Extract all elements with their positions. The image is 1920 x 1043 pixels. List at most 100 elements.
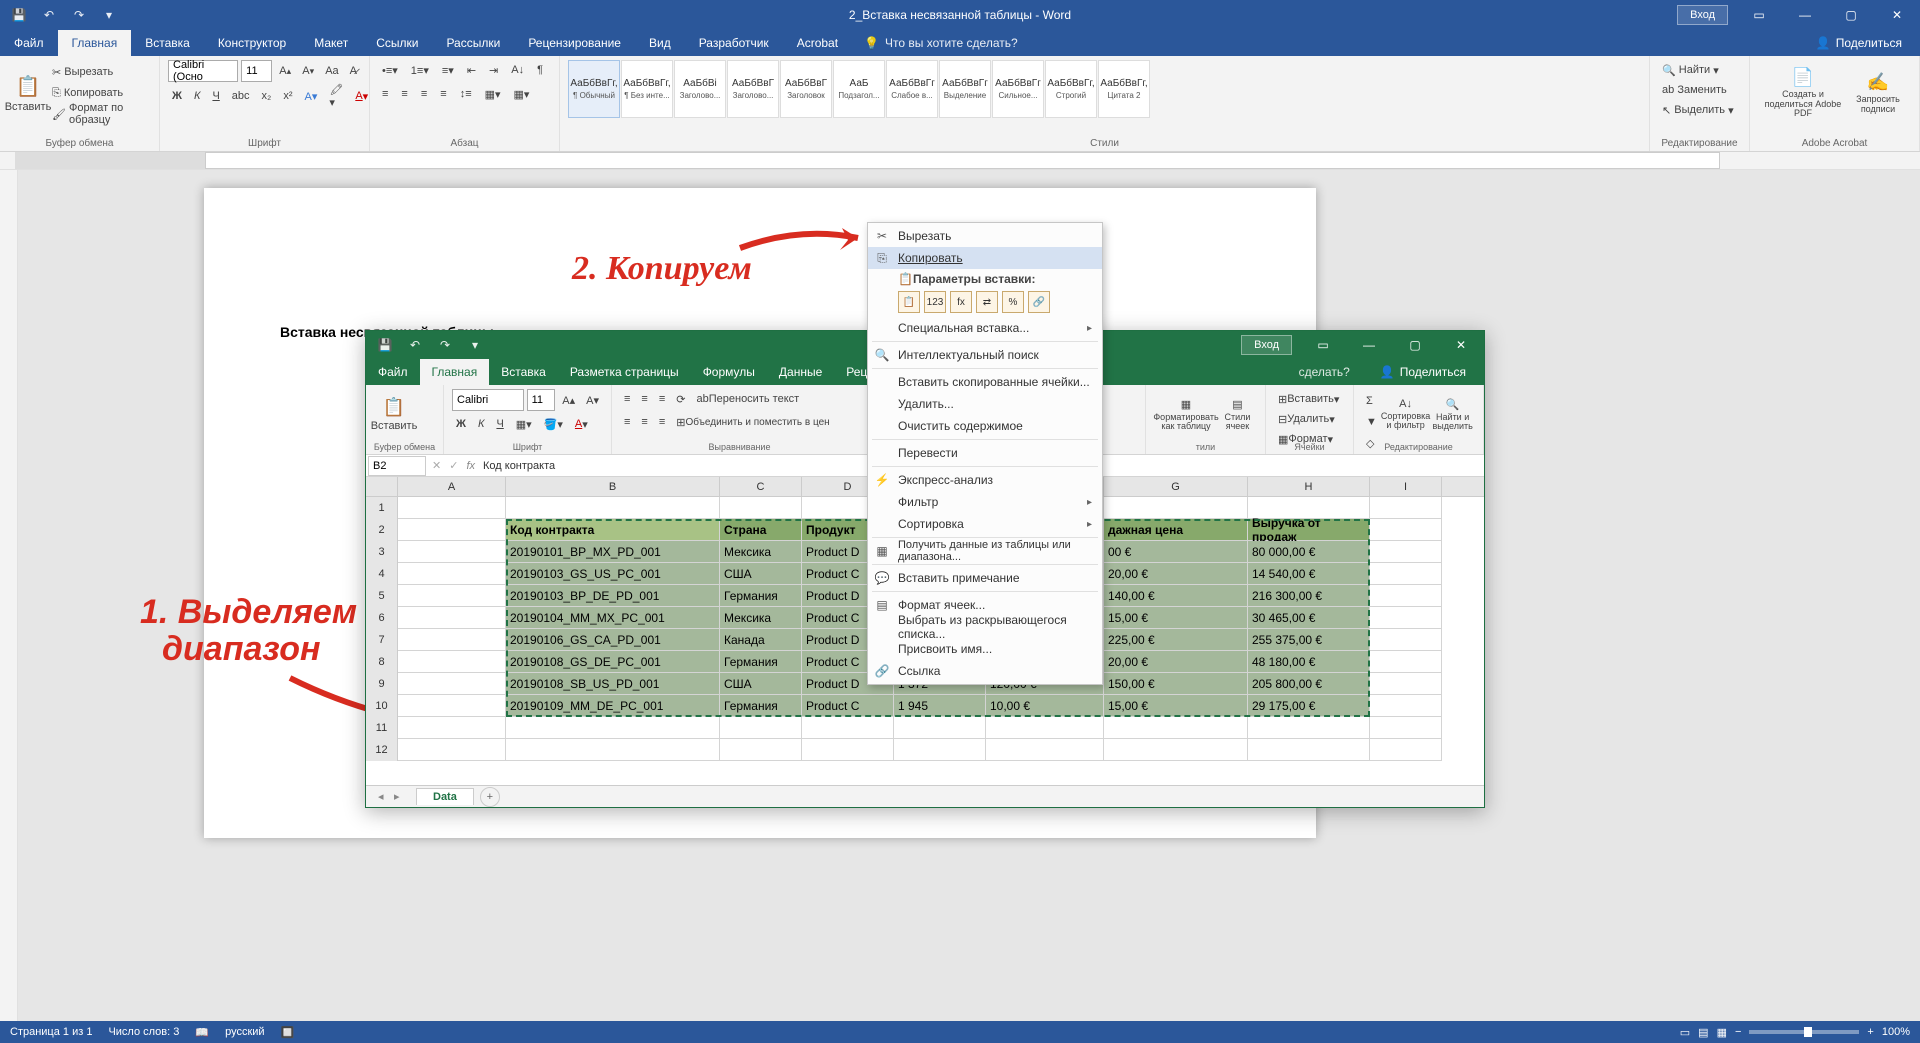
merge-button[interactable]: ⊞ Объединить и поместить в цен bbox=[672, 412, 833, 432]
minimize-icon[interactable]: — bbox=[1346, 330, 1392, 360]
tab-insert[interactable]: Вставка bbox=[131, 30, 204, 56]
login-badge[interactable]: Вход bbox=[1677, 5, 1728, 25]
view-web-icon[interactable]: ▦ bbox=[1717, 1026, 1727, 1039]
ctx-quick-analysis[interactable]: ⚡Экспресс-анализ bbox=[868, 469, 1102, 491]
cell[interactable]: 30 465,00 € bbox=[1248, 607, 1370, 629]
qat-dropdown-icon[interactable]: ▾ bbox=[462, 333, 488, 357]
clear-format-icon[interactable]: A̷ bbox=[346, 61, 361, 81]
shading-icon[interactable]: ▦▾ bbox=[481, 84, 505, 104]
page-indicator[interactable]: Страница 1 из 1 bbox=[10, 1026, 92, 1038]
excel-paste-button[interactable]: 📋 Вставить bbox=[374, 389, 414, 439]
excel-tellme-cut[interactable]: сделать? bbox=[1287, 359, 1362, 385]
cell[interactable] bbox=[1370, 629, 1442, 651]
multilevel-icon[interactable]: ≡▾ bbox=[438, 60, 458, 80]
cell[interactable]: 216 300,00 € bbox=[1248, 585, 1370, 607]
cell-styles-button[interactable]: ▤ Стили ячеек bbox=[1218, 389, 1257, 439]
ribbon-display-icon[interactable]: ▭ bbox=[1300, 330, 1346, 360]
ctx-dropdown[interactable]: Выбрать из раскрывающегося списка... bbox=[868, 616, 1102, 638]
nav-last-icon[interactable]: ▸ bbox=[394, 790, 400, 803]
close-icon[interactable]: ✕ bbox=[1874, 0, 1920, 30]
cell[interactable] bbox=[398, 651, 506, 673]
maximize-icon[interactable]: ▢ bbox=[1392, 330, 1438, 360]
cell[interactable]: 48 180,00 € bbox=[1248, 651, 1370, 673]
ribbon-display-icon[interactable]: ▭ bbox=[1736, 0, 1782, 30]
style-item[interactable]: АаБбВвГг,Строгий bbox=[1045, 60, 1097, 118]
tab-view[interactable]: Вид bbox=[635, 30, 685, 56]
autosum-icon[interactable]: Σ bbox=[1362, 391, 1381, 411]
cell[interactable]: 20190103_GS_US_PC_001 bbox=[506, 563, 720, 585]
ctx-smart-lookup[interactable]: 🔍Интеллектуальный поиск bbox=[868, 344, 1102, 366]
minimize-icon[interactable]: — bbox=[1782, 0, 1828, 30]
style-gallery[interactable]: АаБбВвГг,¶ ОбычныйАаБбВвГг,¶ Без инте...… bbox=[568, 60, 1641, 118]
copy-button[interactable]: ⎘ Копировать bbox=[48, 83, 151, 103]
cell[interactable] bbox=[720, 739, 802, 761]
save-icon[interactable]: 💾 bbox=[372, 333, 398, 357]
cell[interactable]: США bbox=[720, 673, 802, 695]
sort-filter-button[interactable]: A↓ Сортировка и фильтр bbox=[1381, 389, 1430, 439]
ctx-insert-comment[interactable]: 💬Вставить примечание bbox=[868, 567, 1102, 589]
paste-formulas-icon[interactable]: fx bbox=[950, 291, 972, 313]
ctx-hyperlink[interactable]: 🔗Ссылка bbox=[868, 660, 1102, 682]
ctx-sort[interactable]: Сортировка▸ bbox=[868, 513, 1102, 535]
cell[interactable] bbox=[398, 607, 506, 629]
borders-icon[interactable]: ▦▾ bbox=[512, 414, 536, 434]
cell[interactable]: 20190108_GS_DE_PC_001 bbox=[506, 651, 720, 673]
paste-formatting-icon[interactable]: % bbox=[1002, 291, 1024, 313]
name-box[interactable]: B2 bbox=[368, 456, 426, 476]
cell[interactable]: 20190106_GS_CA_PD_001 bbox=[506, 629, 720, 651]
paste-transpose-icon[interactable]: ⇄ bbox=[976, 291, 998, 313]
formula-value[interactable]: Код контракта bbox=[483, 460, 555, 472]
cell[interactable] bbox=[398, 739, 506, 761]
numbering-icon[interactable]: 1≡▾ bbox=[407, 60, 433, 80]
cell[interactable] bbox=[398, 717, 506, 739]
cell[interactable] bbox=[398, 497, 506, 519]
add-sheet-button[interactable]: + bbox=[480, 787, 500, 807]
zoom-out-icon[interactable]: − bbox=[1735, 1026, 1741, 1038]
cell[interactable]: Канада bbox=[720, 629, 802, 651]
cell[interactable]: 225,00 € bbox=[1104, 629, 1248, 651]
qat-dropdown-icon[interactable]: ▾ bbox=[96, 3, 122, 27]
cell[interactable] bbox=[1370, 695, 1442, 717]
align-middle-icon[interactable]: ≡ bbox=[637, 389, 651, 409]
tab-developer[interactable]: Разработчик bbox=[685, 30, 783, 56]
style-item[interactable]: АаБбВвГг,¶ Без инте... bbox=[621, 60, 673, 118]
excel-tab-home[interactable]: Главная bbox=[420, 359, 490, 385]
enter-icon[interactable]: ✓ bbox=[449, 459, 458, 472]
cell[interactable]: 150,00 € bbox=[1104, 673, 1248, 695]
font-name-combo[interactable]: Calibri (Осно bbox=[168, 60, 238, 82]
cell[interactable] bbox=[986, 739, 1104, 761]
column-header[interactable]: I bbox=[1370, 477, 1442, 496]
row-header[interactable]: 2 bbox=[366, 519, 398, 541]
cell[interactable] bbox=[1370, 651, 1442, 673]
highlight-icon[interactable]: 🖍▾ bbox=[325, 86, 347, 106]
cell[interactable]: Код контракта bbox=[506, 519, 720, 541]
style-item[interactable]: АаБбВвГг,¶ Обычный bbox=[568, 60, 620, 118]
justify-icon[interactable]: ≡ bbox=[436, 84, 450, 104]
cell[interactable]: 20190101_BP_MX_PD_001 bbox=[506, 541, 720, 563]
cell[interactable]: 20190109_MM_DE_PC_001 bbox=[506, 695, 720, 717]
share-button[interactable]: 👤 Поделиться bbox=[1798, 30, 1920, 56]
cell[interactable] bbox=[1370, 673, 1442, 695]
style-item[interactable]: АаБбВвГЗаголовок bbox=[780, 60, 832, 118]
shrink-font-icon[interactable]: A▾ bbox=[298, 61, 318, 81]
text-effects-icon[interactable]: A▾ bbox=[300, 86, 321, 106]
row-header[interactable]: 4 bbox=[366, 563, 398, 585]
align-left-icon[interactable]: ≡ bbox=[378, 84, 392, 104]
excel-font-combo[interactable]: Calibri bbox=[452, 389, 524, 411]
increase-indent-icon[interactable]: ⇥ bbox=[485, 60, 502, 80]
excel-font-size[interactable]: 11 bbox=[527, 389, 556, 411]
word-count[interactable]: Число слов: 3 bbox=[108, 1026, 179, 1038]
vertical-ruler[interactable] bbox=[0, 170, 18, 1021]
nav-first-icon[interactable]: ◂ bbox=[378, 790, 384, 803]
align-center-icon[interactable]: ≡ bbox=[637, 412, 651, 432]
strike-icon[interactable]: abc bbox=[228, 86, 254, 106]
maximize-icon[interactable]: ▢ bbox=[1828, 0, 1874, 30]
cell[interactable]: 20190104_MM_MX_PC_001 bbox=[506, 607, 720, 629]
cut-button[interactable]: ✂ Вырезать bbox=[48, 62, 151, 82]
cell[interactable]: 14 540,00 € bbox=[1248, 563, 1370, 585]
style-item[interactable]: АаБбВвГЗаголово... bbox=[727, 60, 779, 118]
tellme-search[interactable]: 💡 Что вы хотите сделать? bbox=[852, 30, 1030, 56]
cell[interactable] bbox=[720, 717, 802, 739]
tab-design[interactable]: Конструктор bbox=[204, 30, 300, 56]
change-case-icon[interactable]: Aa bbox=[321, 61, 342, 81]
